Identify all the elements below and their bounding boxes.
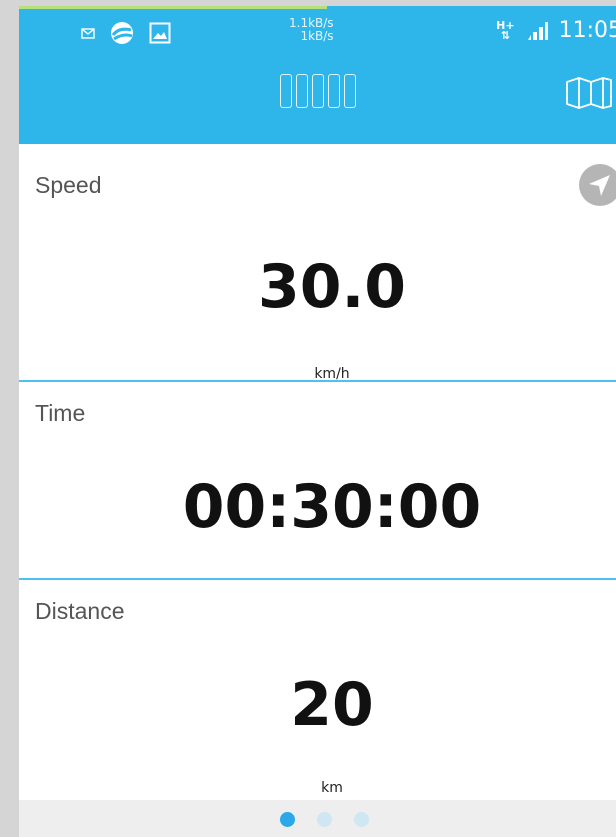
app-title-placeholder: [280, 74, 356, 108]
status-right: H+ ⇅ 11:05: [496, 18, 616, 43]
page-dot[interactable]: [354, 812, 369, 827]
distance-unit: km: [321, 780, 343, 796]
distance-label: Distance: [35, 598, 125, 624]
sync-icon: [111, 22, 133, 44]
title-glyph: [296, 74, 308, 108]
title-glyph: [312, 74, 324, 108]
navigation-arrow-icon: [589, 175, 610, 196]
image-icon: [149, 22, 171, 44]
app-screen: 1.1kB/s 1kB/s H+ ⇅ 11:05 Speed 30.0 km/h…: [19, 6, 616, 837]
distance-value: 20: [290, 670, 374, 740]
status-bar: 1.1kB/s 1kB/s H+ ⇅ 11:05: [19, 6, 616, 58]
speed-panel: Speed 30.0 km/h: [19, 144, 616, 382]
speed-label: Speed: [35, 172, 102, 198]
page-dot-active[interactable]: [280, 812, 295, 827]
time-label: Time: [35, 400, 86, 426]
speed-value: 30.0: [257, 252, 407, 322]
app-toolbar: [19, 58, 616, 144]
net-down-text: 1kB/s: [300, 29, 334, 43]
page-dot[interactable]: [317, 812, 332, 827]
title-glyph: [328, 74, 340, 108]
title-glyph: [344, 74, 356, 108]
network-type: H+ ⇅: [496, 20, 514, 42]
page-indicator: [19, 800, 616, 837]
clock: 11:05: [558, 18, 616, 43]
notification-icons: [81, 21, 171, 45]
title-glyph: [280, 74, 292, 108]
mail-icon: [81, 27, 95, 39]
time-panel: Time 00:30:00: [19, 382, 616, 578]
data-arrows-icon: ⇅: [500, 28, 510, 42]
signal-icon: [527, 21, 548, 40]
download-progress-line: [19, 6, 327, 9]
navigation-button[interactable]: [579, 164, 616, 206]
map-icon[interactable]: [565, 76, 613, 110]
distance-panel: Distance 20 km: [19, 580, 616, 800]
network-speed: 1.1kB/s 1kB/s: [289, 17, 334, 43]
time-value: 00:30:00: [182, 472, 482, 542]
